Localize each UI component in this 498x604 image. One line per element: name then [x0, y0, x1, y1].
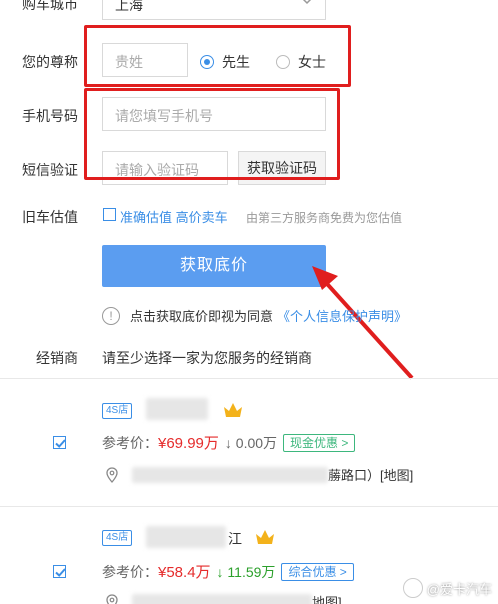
sms-label: 短信验证 — [22, 162, 78, 178]
location-pin-icon — [106, 466, 118, 483]
dealer-type-tag: 4S店 — [102, 530, 133, 546]
dealer-price-line: 参考价： ¥69.99万 ↓ 0.00万 现金优惠 > — [102, 432, 356, 453]
chevron-down-icon — [302, 0, 312, 5]
city-select[interactable]: 上海 — [102, 0, 326, 20]
privacy-prefix: 点击获取底价即视为同意 — [130, 309, 274, 324]
get-price-button[interactable]: 获取底价 — [102, 245, 326, 287]
dealer-name-redacted — [146, 526, 226, 548]
price-label: 参考价： — [102, 434, 158, 451]
dealer-label: 经销商 — [36, 350, 78, 366]
crown-icon — [256, 530, 274, 544]
dealer-address: 蕂路口）[地图] — [104, 465, 413, 484]
promo-badge[interactable]: 现金优惠 > — [283, 433, 356, 452]
check-icon — [55, 568, 66, 577]
oldcar-link[interactable]: 准确估值 高价卖车 — [120, 207, 228, 226]
privacy-notice: ! 点击获取底价即视为同意 《个人信息保护声明》 — [102, 306, 407, 325]
check-icon — [55, 439, 66, 448]
dealer-checkbox[interactable] — [53, 565, 66, 578]
oldcar-checkbox[interactable] — [103, 208, 116, 221]
dealer-name-redacted — [146, 398, 208, 420]
watermark: @爱卡汽车 — [402, 578, 492, 598]
price-drop: ↓ 11.59万 — [216, 563, 276, 580]
city-value: 上海 — [115, 0, 143, 13]
oldcar-note: 由第三方服务商免费为您估值 — [246, 211, 403, 225]
price-drop: ↓ 0.00万 — [224, 434, 278, 451]
dealer-address: 地图] — [104, 592, 342, 604]
promo-badge[interactable]: 综合优惠 > — [281, 562, 354, 581]
watermark-text: @爱卡汽车 — [426, 581, 492, 597]
city-label: 购车城市 — [22, 0, 78, 12]
price-value: ¥58.4万 — [158, 564, 211, 581]
dealer-name-suffix: 江 — [228, 531, 242, 547]
phone-label: 手机号码 — [22, 108, 78, 124]
dealer-price-line: 参考价： ¥58.4万 ↓ 11.59万 综合优惠 > — [102, 561, 354, 582]
dealer-address-visible: 地图] — [312, 595, 342, 604]
dealer-hint: 请至少选择一家为您服务的经销商 — [102, 350, 312, 366]
dealer-address-redacted — [132, 593, 312, 604]
crown-icon — [224, 403, 242, 417]
info-icon: ! — [102, 306, 120, 325]
title-label: 您的尊称 — [22, 54, 78, 70]
dealer-checkbox[interactable] — [53, 436, 66, 449]
dealer-address-visible: 蕂路口）[地图] — [328, 468, 414, 483]
divider — [0, 378, 498, 379]
annotation-box-phone — [84, 88, 340, 180]
oldcar-label: 旧车估值 — [22, 209, 78, 225]
dealer-address-redacted — [132, 466, 328, 483]
dealer-type-tag: 4S店 — [102, 403, 133, 419]
price-value: ¥69.99万 — [158, 435, 219, 452]
annotation-box-title — [84, 25, 351, 87]
divider — [0, 506, 498, 507]
watermark-logo-icon — [402, 578, 423, 598]
price-label: 参考价： — [102, 563, 158, 580]
location-pin-icon — [106, 593, 118, 604]
privacy-link[interactable]: 《个人信息保护声明》 — [277, 306, 407, 325]
